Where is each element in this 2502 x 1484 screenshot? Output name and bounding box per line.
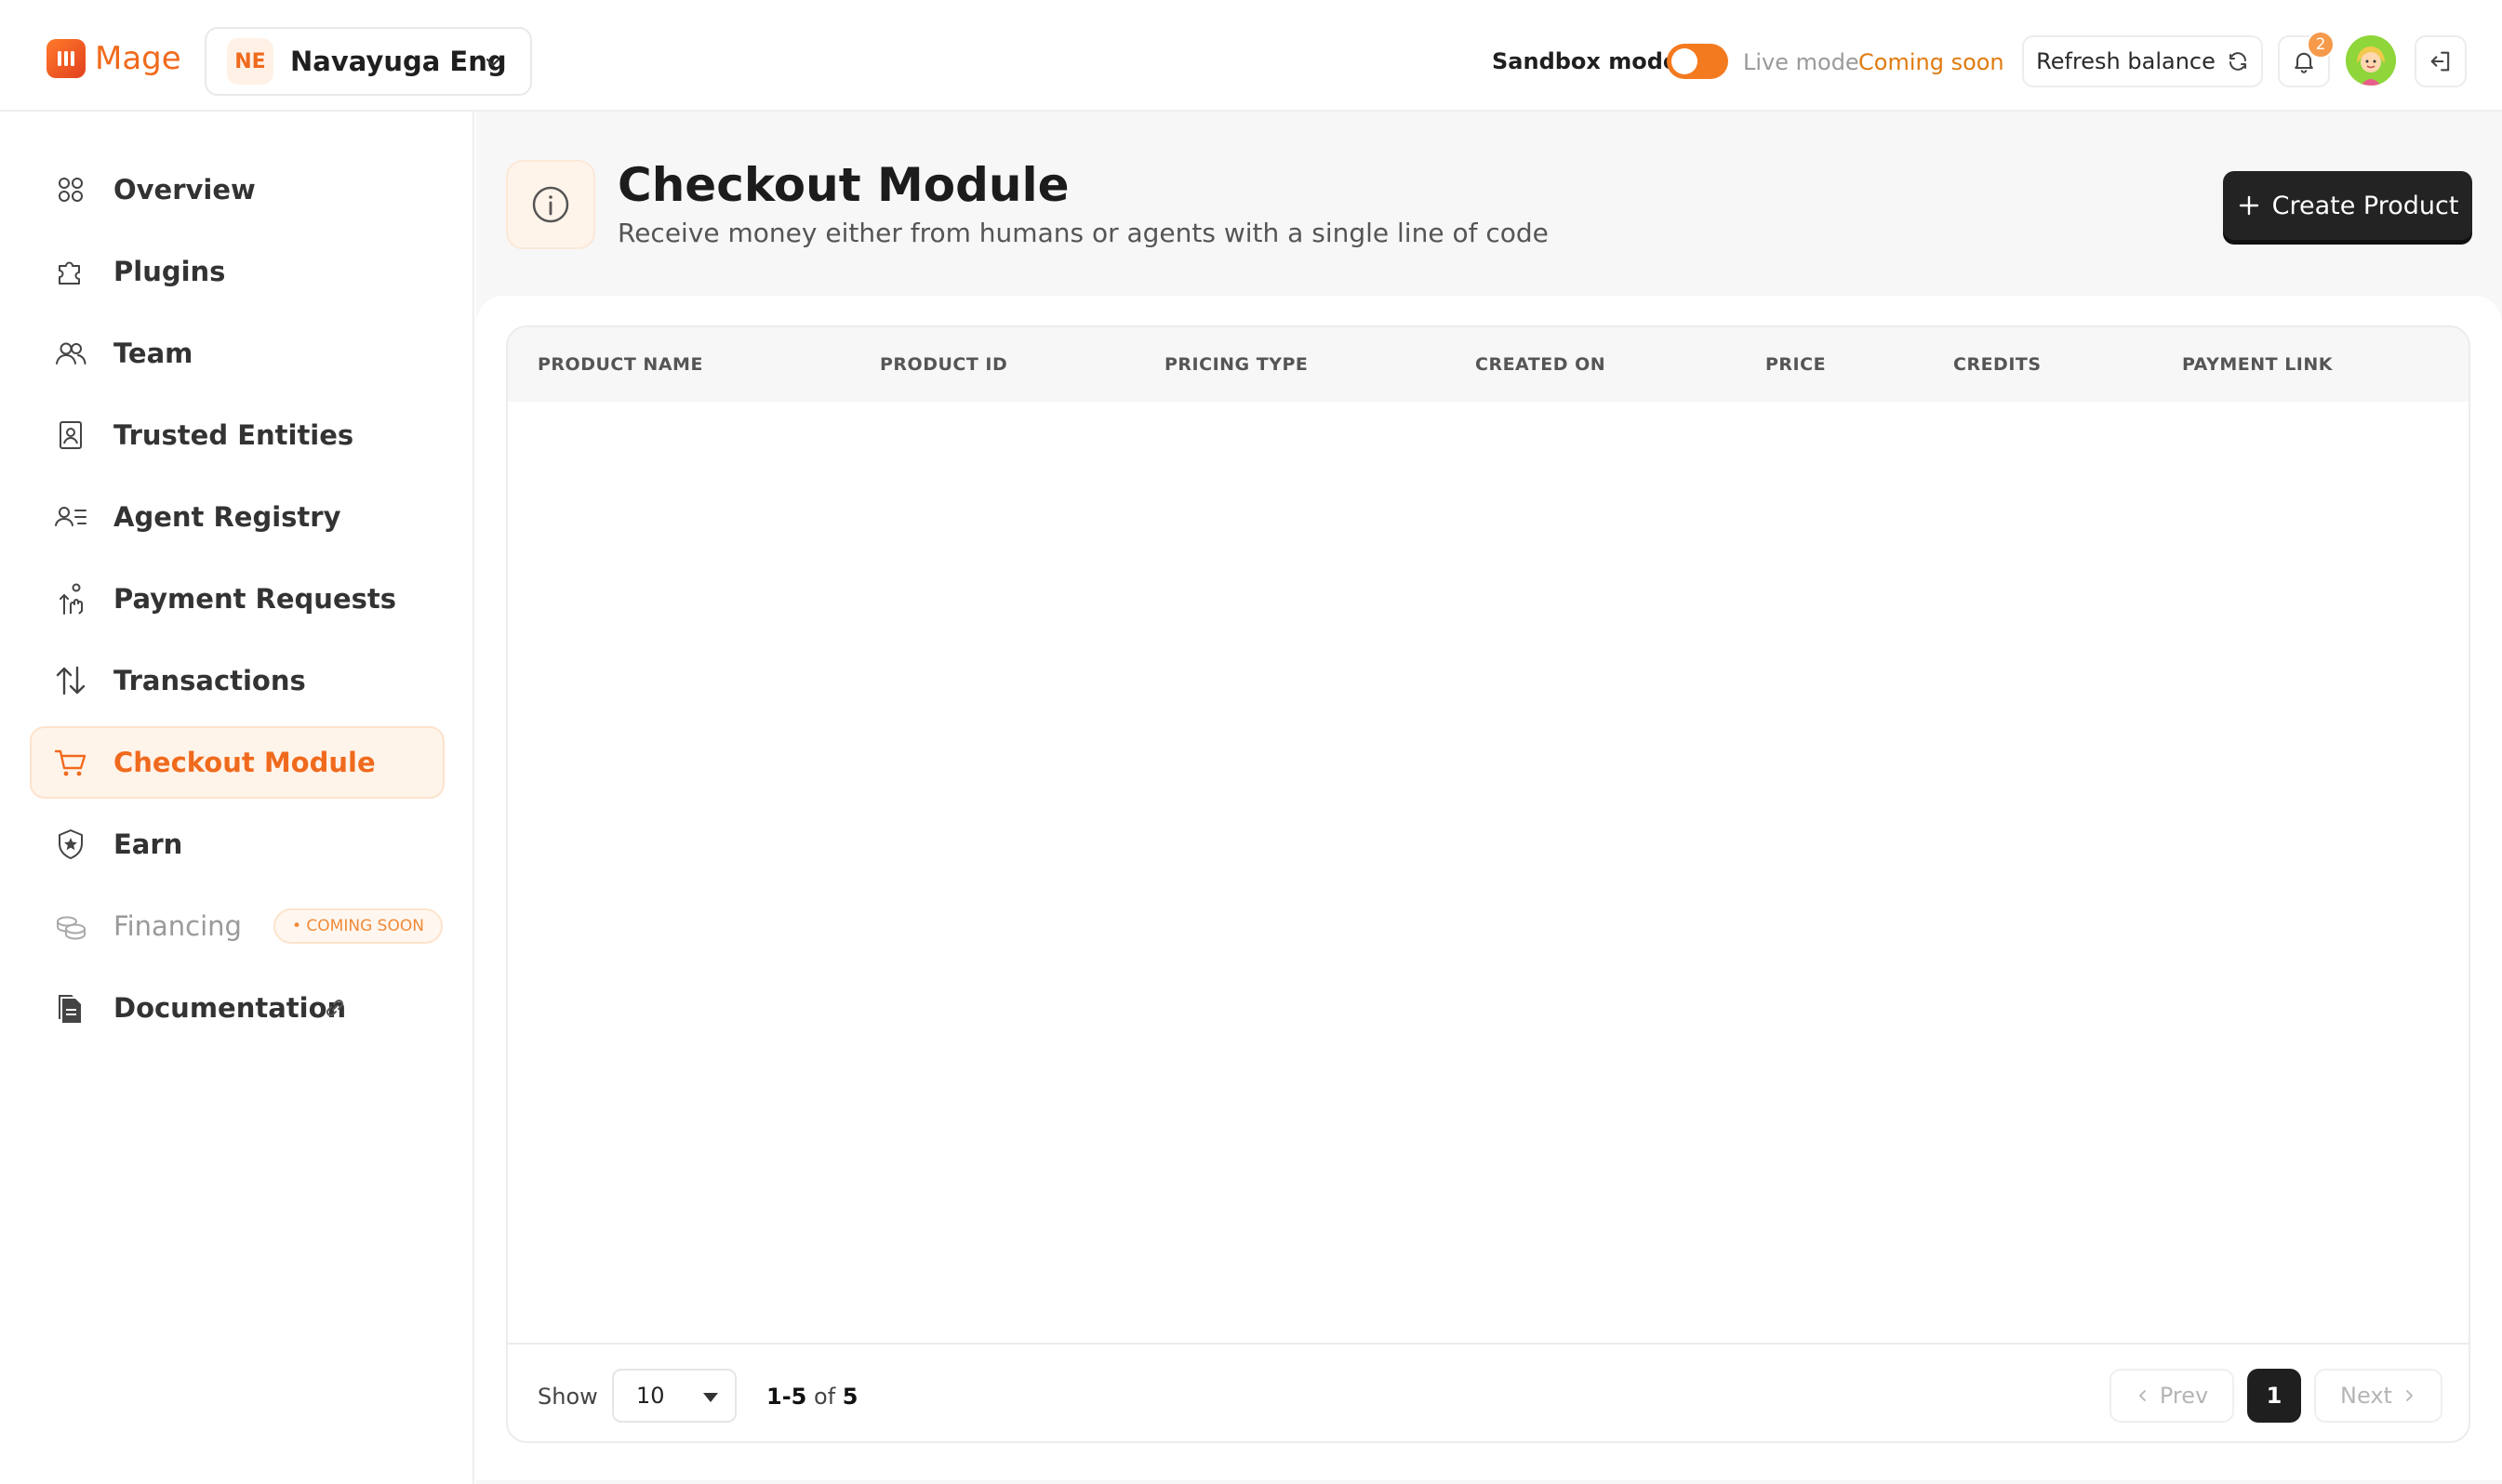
refresh-balance-label: Refresh balance	[2036, 48, 2216, 74]
chevron-down-icon	[486, 58, 500, 67]
range-start: 1	[766, 1384, 782, 1410]
sidebar-item-financing[interactable]: Financing • COMING SOON	[30, 890, 445, 962]
brand-name: Mage	[95, 40, 181, 77]
page-size-select[interactable]: 10	[612, 1369, 737, 1423]
range-total: 5	[842, 1384, 858, 1410]
info-icon-box	[506, 160, 595, 249]
next-page-button[interactable]: Next	[2314, 1369, 2442, 1423]
sidebar-item-label: Financing	[113, 910, 242, 942]
column-header-price[interactable]: PRICE	[1765, 354, 1826, 375]
documents-icon	[54, 991, 87, 1025]
sidebar-item-label: Plugins	[113, 256, 226, 287]
prev-label: Prev	[2159, 1383, 2209, 1409]
sidebar-item-label: Agent Registry	[113, 501, 341, 533]
users-icon	[54, 337, 87, 370]
page-size-value: 10	[636, 1383, 665, 1409]
refresh-icon	[2229, 52, 2246, 71]
user-list-icon	[54, 500, 87, 534]
sidebar-item-earn[interactable]: Earn	[30, 808, 445, 881]
products-card: PRODUCT NAME PRODUCT ID PRICING TYPE CRE…	[476, 296, 2502, 1480]
hand-pay-icon	[54, 582, 87, 616]
refresh-balance-button[interactable]: Refresh balance	[2022, 35, 2263, 87]
page-number-button[interactable]: 1	[2247, 1369, 2301, 1423]
toggle-knob	[1671, 48, 1697, 74]
mage-logo-icon	[47, 39, 86, 78]
id-badge-icon	[54, 418, 87, 452]
table-header: PRODUCT NAME PRODUCT ID PRICING TYPE CRE…	[508, 327, 2469, 402]
coins-icon	[54, 909, 87, 943]
sidebar-item-label: Documentation	[113, 992, 347, 1024]
sidebar-item-label: Overview	[113, 174, 256, 205]
create-product-label: Create Product	[2271, 191, 2459, 220]
column-header-credits[interactable]: CREDITS	[1953, 354, 2042, 375]
live-mode-label: Live mode	[1743, 49, 1859, 75]
logout-button[interactable]	[2415, 35, 2467, 87]
sandbox-mode-toggle[interactable]	[1667, 44, 1728, 79]
live-mode-status: Coming soon	[1858, 49, 2004, 75]
arrows-up-down-icon	[54, 664, 87, 697]
coming-soon-badge: • COMING SOON	[273, 908, 443, 944]
notification-count-badge: 2	[2307, 31, 2335, 59]
sidebar-item-label: Payment Requests	[113, 583, 397, 615]
sidebar-item-team[interactable]: Team	[30, 317, 445, 390]
column-header-created-on[interactable]: CREATED ON	[1475, 354, 1605, 375]
sidebar-item-label: Earn	[113, 828, 183, 860]
show-label: Show	[538, 1384, 598, 1410]
sidebar-item-transactions[interactable]: Transactions	[30, 644, 445, 717]
sidebar-item-label: Transactions	[113, 665, 306, 696]
sidebar-item-label: Team	[113, 338, 193, 369]
range-end: 5	[791, 1384, 807, 1410]
table-body	[508, 402, 2469, 1343]
sidebar-item-documentation[interactable]: Documentation	[30, 972, 445, 1044]
chevron-right-icon	[2406, 1390, 2413, 1401]
cart-icon	[54, 746, 87, 779]
org-initials: NE	[227, 38, 273, 85]
column-header-payment-link[interactable]: PAYMENT LINK	[2182, 354, 2333, 375]
grid-icon	[54, 173, 87, 206]
avatar-face-icon	[2346, 35, 2396, 86]
org-switcher[interactable]: NE Navayuga Eng	[205, 27, 532, 96]
sidebar-item-overview[interactable]: Overview	[30, 153, 445, 226]
pagination-bar: Show 10 1-5 of 5 Prev 1 Next	[508, 1343, 2469, 1441]
page-subtitle: Receive money either from humans or agen…	[618, 218, 1549, 248]
sidebar-item-plugins[interactable]: Plugins	[30, 235, 445, 308]
puzzle-icon	[54, 255, 87, 288]
column-header-product-id[interactable]: PRODUCT ID	[880, 354, 1007, 375]
next-label: Next	[2340, 1383, 2392, 1409]
prev-page-button[interactable]: Prev	[2109, 1369, 2234, 1423]
range-indicator: 1-5 of 5	[766, 1384, 858, 1410]
range-of: of	[814, 1384, 836, 1410]
avatar[interactable]	[2346, 35, 2396, 86]
page-title: Checkout Module	[618, 158, 1070, 212]
sidebar-item-payment-requests[interactable]: Payment Requests	[30, 563, 445, 635]
caret-down-icon	[703, 1393, 718, 1402]
chevron-left-icon	[2138, 1390, 2146, 1401]
shield-star-icon	[54, 828, 87, 861]
sidebar: Overview Plugins Team Trusted Entities A…	[0, 112, 474, 1484]
brand[interactable]: Mage	[47, 39, 181, 78]
sidebar-item-agent-registry[interactable]: Agent Registry	[30, 481, 445, 553]
sidebar-item-label: Checkout Module	[113, 747, 376, 778]
sidebar-item-trusted-entities[interactable]: Trusted Entities	[30, 399, 445, 471]
column-header-pricing-type[interactable]: PRICING TYPE	[1164, 354, 1308, 375]
top-bar: Mage NE Navayuga Eng Sandbox mode Live m…	[0, 0, 2502, 112]
products-table: PRODUCT NAME PRODUCT ID PRICING TYPE CRE…	[506, 325, 2470, 1443]
column-header-product-name[interactable]: PRODUCT NAME	[538, 354, 703, 375]
external-link-icon	[326, 999, 344, 1017]
logout-icon	[2430, 51, 2450, 72]
sidebar-item-checkout-module[interactable]: Checkout Module	[30, 726, 445, 799]
create-product-button[interactable]: Create Product	[2223, 171, 2472, 240]
org-name: Navayuga Eng	[290, 46, 507, 77]
main-content: Checkout Module Receive money either fro…	[476, 112, 2502, 1484]
plus-icon	[2239, 195, 2258, 216]
info-icon	[532, 186, 569, 223]
sidebar-item-label: Trusted Entities	[113, 419, 354, 451]
sandbox-mode-label: Sandbox mode	[1492, 48, 1679, 74]
